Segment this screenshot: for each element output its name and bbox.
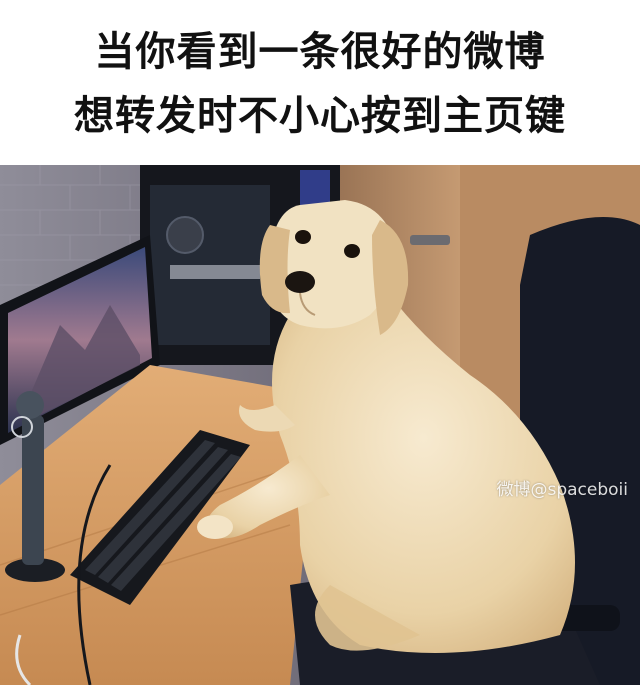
door-handle (410, 235, 450, 245)
dog-eye-right (344, 244, 360, 258)
caption-line-1: 当你看到一条很好的微博 (94, 29, 546, 75)
caption-line-2: 想转发时不小心按到主页键 (74, 93, 566, 139)
dog-nose (285, 271, 315, 293)
dog-at-computer-photo: 微博@spaceboii (0, 165, 640, 685)
pc-gpu (170, 265, 260, 279)
pc-fan (166, 216, 204, 254)
weibo-watermark: 微博@spaceboii (496, 480, 628, 500)
caption-area: 当你看到一条很好的微博 想转发时不小心按到主页键 (0, 0, 640, 165)
meme-image: 当你看到一条很好的微博 想转发时不小心按到主页键 微博@spaceboii (0, 0, 640, 685)
photo-illustration (0, 165, 640, 685)
dog-eye-left (295, 230, 311, 244)
